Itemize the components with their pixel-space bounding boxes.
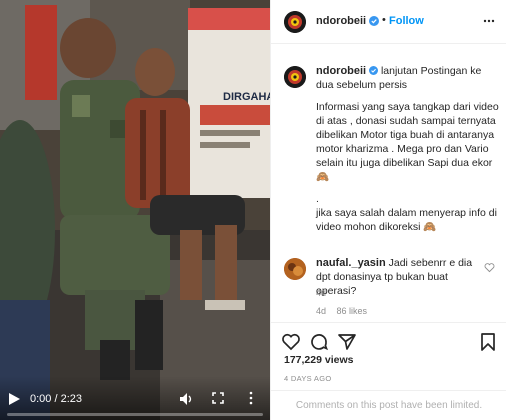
share-send-icon[interactable]: [337, 332, 357, 352]
comment-bubble-icon[interactable]: [309, 332, 329, 352]
caption-paragraph: jika saya salah dalam menyerap info di v…: [316, 207, 497, 233]
profile-logo-icon: [284, 11, 306, 33]
post-date[interactable]: 4 DAYS AGO: [284, 374, 331, 383]
verified-badge-icon: [369, 16, 379, 26]
comment-text: naufal._yasin Jadi sebenrr e dia dpt don…: [316, 256, 476, 298]
avatar[interactable]: [284, 11, 306, 33]
volume-icon[interactable]: [179, 392, 193, 406]
post-panel: ndorobeii • Follow ndorobeii lanjutan Po…: [270, 0, 506, 420]
post-header: ndorobeii • Follow: [271, 0, 506, 44]
commenter-username[interactable]: naufal._yasin: [316, 257, 386, 269]
caption-paragraph: .: [316, 193, 319, 205]
follow-button[interactable]: Follow: [389, 15, 424, 27]
banner-text: DIRGAHAYU: [223, 91, 270, 103]
caption-paragraph: Informasi yang saya tangkap dari video d…: [316, 101, 499, 183]
header-username[interactable]: ndorobeii: [316, 15, 366, 27]
bookmark-icon[interactable]: [478, 332, 498, 352]
video-frame: DIRGAHAYU: [0, 0, 270, 420]
caption-avatar[interactable]: [284, 66, 306, 88]
play-icon[interactable]: [8, 393, 20, 405]
more-options-icon[interactable]: [483, 15, 495, 27]
profile-logo-icon: [284, 66, 306, 88]
comment-timestamp[interactable]: 4d: [316, 306, 326, 316]
more-vertical-icon[interactable]: [248, 391, 254, 405]
like-heart-icon[interactable]: [281, 332, 301, 352]
video-time: 0:00 / 2:23: [30, 393, 82, 405]
commenter-avatar[interactable]: [284, 258, 306, 280]
heart-icon[interactable]: [484, 262, 495, 273]
fullscreen-icon[interactable]: [212, 392, 224, 404]
header-separator: •: [382, 14, 386, 26]
video-progress-bar[interactable]: [7, 413, 263, 416]
verified-badge-icon: [369, 66, 379, 75]
commenter-photo-icon: [284, 258, 306, 280]
comment-likes[interactable]: 86 likes: [337, 306, 368, 316]
caption-text: ndorobeii lanjutan Postingan ke dua sebe…: [316, 64, 500, 242]
view-count[interactable]: 177,229 views: [284, 354, 353, 366]
comment-meta: 4d 86 likes: [316, 306, 375, 316]
video-player[interactable]: DIRGAHAYU 0:00 / 2:23: [0, 0, 270, 420]
comments-limited-notice: Comments on this post have been limited.: [271, 390, 506, 420]
video-controls: 0:00 / 2:23: [0, 376, 270, 420]
caption-username[interactable]: ndorobeii: [316, 65, 366, 77]
